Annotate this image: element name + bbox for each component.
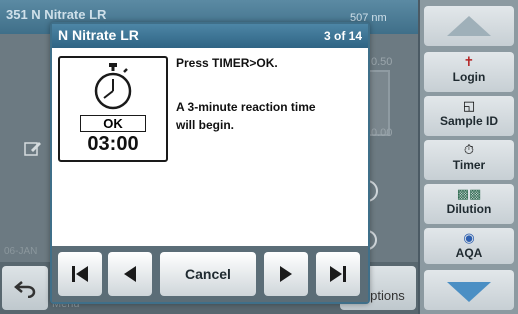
dialog-nav-bar: Cancel <box>52 246 368 302</box>
timer-icon: ⏱ <box>463 142 475 157</box>
gauge-top-value: 0.50 <box>371 56 393 68</box>
timer-button[interactable]: ⏱ Timer <box>424 140 514 180</box>
instruction-line-2: A 3-minute reaction time will begin. <box>176 100 316 132</box>
last-step-button[interactable] <box>316 252 360 296</box>
first-step-button[interactable] <box>58 252 102 296</box>
back-arrow-icon <box>14 281 36 298</box>
aqa-button[interactable]: ◉ AQA <box>424 228 514 264</box>
arrow-up-icon <box>447 16 491 36</box>
cancel-label: Cancel <box>185 266 231 282</box>
skip-last-icon <box>330 266 346 282</box>
stopwatch-icon <box>94 63 132 110</box>
timer-illustration: OK 03:00 <box>58 56 168 162</box>
aqa-label: AQA <box>455 246 483 260</box>
next-arrow-icon <box>280 266 292 282</box>
sample-id-label: Sample ID <box>439 114 499 128</box>
login-label: Login <box>452 70 486 84</box>
login-button[interactable]: ✝ Login <box>424 52 514 92</box>
dilution-label: Dilution <box>446 202 492 216</box>
app-screen: 351 N Nitrate LR 507 nm 0.50 0.00 i 06-J… <box>0 0 518 314</box>
scroll-up-button[interactable] <box>424 6 514 46</box>
scroll-down-button[interactable] <box>424 270 514 310</box>
previous-arrow-icon <box>124 266 136 282</box>
dilution-icon: ▩▩ <box>456 186 482 201</box>
edit-icon[interactable] <box>24 140 42 156</box>
instruction-dialog: N Nitrate LR 3 of 14 OK 03:00 Press TIME… <box>50 22 370 304</box>
ok-key-label: OK <box>80 115 146 132</box>
instruction-line-1: Press TIMER>OK. <box>176 56 278 70</box>
background-date: 06-JAN <box>4 246 38 257</box>
sample-id-button[interactable]: ◱ Sample ID <box>424 96 514 136</box>
back-button[interactable] <box>2 266 48 310</box>
cancel-button[interactable]: Cancel <box>160 252 256 296</box>
timer-value: 03:00 <box>87 133 139 155</box>
dialog-title: N Nitrate LR <box>58 27 139 43</box>
next-step-button[interactable] <box>264 252 308 296</box>
person-icon: ✝ <box>463 54 475 69</box>
previous-step-button[interactable] <box>108 252 152 296</box>
dialog-header: N Nitrate LR 3 of 14 <box>52 24 368 48</box>
arrow-down-icon <box>447 282 491 302</box>
skip-first-icon <box>72 266 88 282</box>
gauge-bottom-value: 0.00 <box>371 127 393 139</box>
timer-label: Timer <box>452 158 486 172</box>
background-title: 351 N Nitrate LR <box>6 7 107 22</box>
sample-id-icon: ◱ <box>462 98 476 113</box>
page-indicator: 3 of 14 <box>323 29 362 43</box>
aqa-icon: ◉ <box>463 230 475 245</box>
dilution-button[interactable]: ▩▩ Dilution <box>424 184 514 224</box>
